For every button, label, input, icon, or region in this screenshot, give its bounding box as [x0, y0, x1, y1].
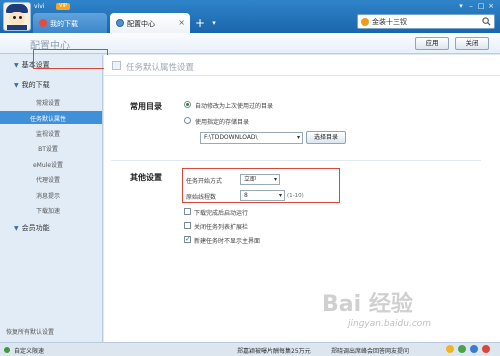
search-box	[357, 14, 495, 29]
search-engine-icon[interactable]	[361, 18, 369, 26]
speed-limit-toggle[interactable]: 自定义限速	[4, 346, 45, 355]
speed-limit-label: 自定义限速	[14, 348, 45, 355]
apply-button[interactable]: 应用	[415, 37, 449, 50]
directory-path-value: F:\TDDOWNLOAD\	[204, 134, 258, 141]
tab-label: 配置中心	[127, 20, 155, 28]
radio-fixed-dir[interactable]	[184, 117, 191, 124]
gear-icon	[116, 19, 124, 27]
checkbox-hide-main-window-label[interactable]: 新建任务时不显示主界面	[194, 236, 260, 245]
collapse-arrow-icon: ▼	[14, 82, 19, 89]
chevron-down-icon[interactable]: ▾	[209, 15, 219, 31]
sidebar-group-label: 会员功能	[21, 224, 50, 232]
sidebar-item-label: 任务默认属性	[29, 116, 67, 123]
close-button[interactable]: 关闭	[455, 37, 489, 50]
sidebar-item-label: 下载加速	[35, 208, 61, 215]
alert-icon[interactable]	[482, 345, 490, 353]
maximize-icon[interactable]: □	[476, 2, 486, 11]
radio-fixed-dir-label[interactable]: 使用指定的存储目录	[195, 117, 249, 126]
close-window-icon[interactable]: ×	[486, 2, 496, 11]
sidebar-item-label: BT设置	[38, 146, 58, 153]
checkbox-run-after-download[interactable]	[184, 208, 191, 215]
section-title: 任务默认属性设置	[126, 63, 195, 73]
network-icon[interactable]	[458, 345, 466, 353]
speed-status-icon	[4, 347, 10, 353]
tab-config-center[interactable]: 配置中心 ×	[110, 13, 190, 33]
sidebar-group-vip[interactable]: ▼ 会员功能	[14, 223, 50, 233]
avatar-suit	[7, 25, 27, 30]
sidebar-item-label: 监视设置	[35, 131, 61, 138]
sidebar-item-notifications[interactable]: 消息提示	[0, 188, 102, 201]
user-info: vivi VIP	[34, 3, 82, 11]
settings-page-icon	[112, 61, 121, 70]
sidebar-item-label: 常规设置	[35, 100, 61, 107]
sidebar-item-label: 消息提示	[35, 193, 61, 200]
sidebar-item-label: 代理设置	[35, 177, 61, 184]
sidebar-item-acceleration[interactable]: 下载加速	[0, 203, 102, 216]
sidebar: ▼ 基本设置 ▼ 我的下载 常规设置 任务默认属性 监视设置 BT设置 eMule设…	[0, 55, 103, 342]
highlight-outline	[182, 168, 340, 203]
collapse-arrow-icon: ▼	[14, 225, 19, 232]
news-ticker-item[interactable]: 郑晓调出席峰会回答网友提问	[331, 346, 409, 355]
sidebar-group-label: 我的下载	[21, 81, 50, 89]
directory-path-input[interactable]: F:\TDDOWNLOAD\ ▾	[200, 132, 303, 144]
browse-directory-button[interactable]: 选择目录	[306, 131, 346, 144]
other-settings-label: 其他设置	[130, 173, 162, 182]
vip-badge[interactable]: VIP	[56, 3, 70, 10]
collapse-arrow-icon: ▼	[14, 62, 19, 69]
checkbox-hide-main-window[interactable]	[184, 235, 191, 243]
title-bar: vivi VIP 我的下载 配置中心 × + ▾ ▾ – □ ×	[0, 0, 500, 33]
restore-defaults-link[interactable]: 恢复所有默认设置	[6, 327, 54, 336]
sidebar-item-proxy[interactable]: 代理设置	[0, 172, 102, 185]
checkbox-close-task-list[interactable]	[184, 222, 191, 229]
minimize-icon[interactable]: –	[466, 2, 476, 11]
user-avatar[interactable]	[3, 2, 31, 31]
sidebar-item-monitor[interactable]: 监视设置	[0, 126, 102, 139]
sidebar-item-bt[interactable]: BT设置	[0, 141, 102, 154]
radio-auto-dir-label[interactable]: 自动修改为上次使用过的目录	[195, 101, 273, 110]
search-icon[interactable]	[482, 17, 491, 26]
username[interactable]: vivi	[34, 3, 44, 10]
radio-auto-dir[interactable]	[184, 101, 191, 108]
window-controls: ▾ – □ ×	[456, 2, 496, 12]
highlight-outline	[33, 49, 108, 69]
avatar-face	[9, 12, 25, 25]
add-tab-icon[interactable]: +	[193, 15, 207, 31]
avatar-eye	[19, 16, 22, 19]
sidebar-item-emule[interactable]: eMule设置	[0, 157, 102, 170]
checkbox-close-task-list-label[interactable]: 关闭任务列表扩展栏	[194, 222, 248, 231]
tab-my-downloads[interactable]: 我的下载	[33, 13, 107, 33]
sidebar-item-general[interactable]: 常规设置	[0, 95, 102, 108]
close-icon[interactable]: ×	[178, 18, 185, 27]
speed-icon[interactable]	[470, 345, 478, 353]
section-divider	[111, 160, 481, 161]
sidebar-item-label: eMule设置	[32, 162, 64, 169]
avatar-eye	[13, 16, 16, 19]
notification-icon[interactable]	[446, 345, 454, 353]
sidebar-item-task-defaults[interactable]: 任务默认属性	[0, 111, 102, 124]
section-header: 任务默认属性设置	[104, 55, 500, 76]
status-bar: 自定义限速 郑嘉颖被曝片酬每集25万元 郑晓调出席峰会回答网友提问	[0, 342, 500, 356]
common-dir-label: 常用目录	[130, 102, 162, 111]
download-icon	[39, 19, 47, 27]
tab-label: 我的下载	[50, 20, 78, 28]
search-input[interactable]	[372, 16, 480, 27]
sidebar-group-downloads[interactable]: ▼ 我的下载	[14, 80, 50, 90]
menu-icon[interactable]: ▾	[456, 2, 466, 11]
chevron-down-icon[interactable]: ▾	[297, 133, 300, 143]
news-ticker-item[interactable]: 郑嘉颖被曝片酬每集25万元	[237, 346, 311, 355]
checkbox-run-after-download-label[interactable]: 下载完成后启动运行	[194, 208, 248, 217]
